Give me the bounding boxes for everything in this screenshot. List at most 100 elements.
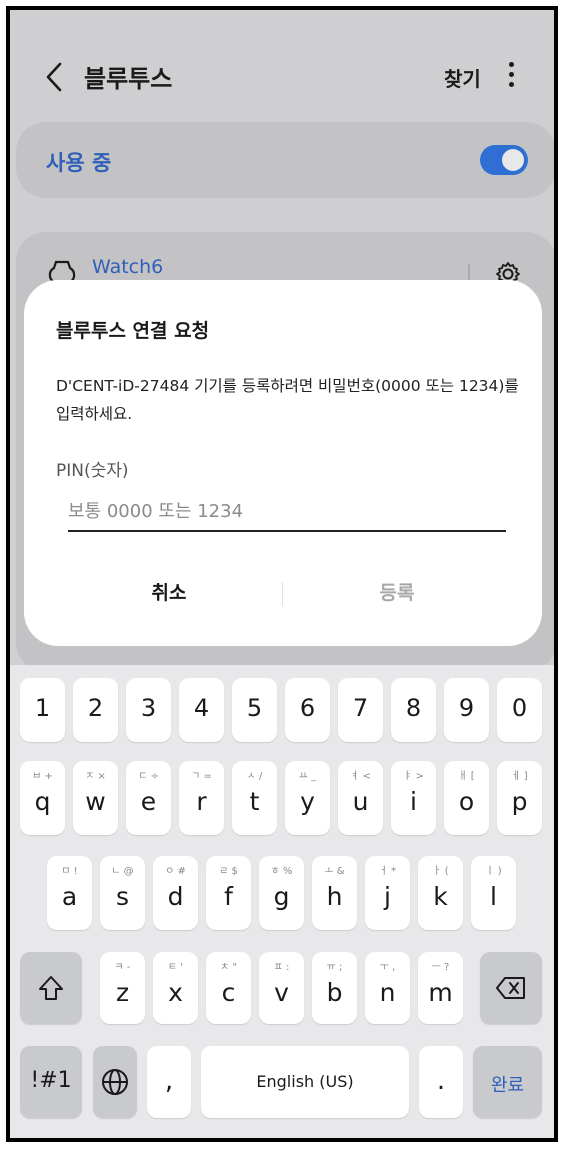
letter-key-h[interactable]: ㅗ & h [312,856,357,930]
key-label: b [326,978,343,1007]
number-key-8[interactable]: 8 [391,678,436,742]
dialog-message: D'CENT-iD-27484 기기를 등록하려면 비밀번호(0000 또는 1… [56,377,519,423]
letter-key-t[interactable]: ㅅ / t [232,761,277,835]
letter-key-u[interactable]: ㅕ < u [338,761,383,835]
period-key[interactable]: . [419,1046,463,1118]
number-key-7[interactable]: 7 [338,678,383,742]
key-secondary-label: ㅕ < [350,771,371,782]
letter-key-n[interactable]: ㅜ , n [365,952,410,1024]
key-label: r [196,787,207,816]
key-label: p [511,787,528,816]
comma-key[interactable]: , [147,1046,191,1118]
key-secondary-label: ㅁ ! [61,866,78,877]
letter-key-m[interactable]: ㅡ ? m [418,952,463,1024]
letter-key-j[interactable]: ㅓ * j [365,856,410,930]
bluetooth-master-switch-row[interactable]: 사용 중 [16,122,554,198]
letter-key-p[interactable]: ㅔ ] p [497,761,542,835]
letter-key-l[interactable]: ㅣ ) l [471,856,516,930]
key-secondary-label: ㅇ # [165,866,186,877]
key-label: w [85,787,106,816]
done-key[interactable]: 완료 [473,1046,542,1118]
key-label: 4 [193,694,210,722]
backspace-key[interactable] [480,952,542,1024]
key-secondary-label: ㅑ > [403,771,424,782]
key-label: 6 [299,694,316,722]
key-label: m [428,978,453,1007]
key-label: 1 [34,694,51,722]
number-key-3[interactable]: 3 [126,678,171,742]
number-key-0[interactable]: 0 [497,678,542,742]
paired-device-name[interactable]: Watch6 [92,256,163,278]
number-key-2[interactable]: 2 [73,678,118,742]
key-label: 7 [352,694,369,722]
letter-key-f[interactable]: ㄹ $ f [206,856,251,930]
space-key[interactable]: English (US) [201,1046,409,1118]
number-key-1[interactable]: 1 [20,678,65,742]
key-label: t [249,787,260,816]
key-label: 5 [246,694,263,722]
key-secondary-label: ㅅ / [246,771,263,782]
letter-key-r[interactable]: ㄱ = r [179,761,224,835]
key-secondary-label: ㅎ % [270,866,293,877]
letter-key-i[interactable]: ㅑ > i [391,761,436,835]
key-secondary-label: ㅣ ) [485,866,502,877]
key-label: n [379,978,396,1007]
number-key-5[interactable]: 5 [232,678,277,742]
key-secondary-label: ㄷ ÷ [138,771,159,782]
key-label: f [224,882,233,911]
comma-key-label: , [164,1066,174,1096]
pin-input[interactable] [68,492,506,532]
symbols-key[interactable]: !#1 [20,1046,82,1118]
language-key[interactable] [93,1046,137,1118]
letter-key-g[interactable]: ㅎ % g [259,856,304,930]
key-secondary-label: ㅌ ' [167,962,184,973]
key-secondary-label: ㅜ , [379,962,396,973]
period-key-label: . [436,1066,446,1096]
letter-key-k[interactable]: ㅏ (k [418,856,463,930]
register-button[interactable]: 등록 [284,570,510,616]
key-secondary-label: ㄱ = [191,771,212,782]
key-secondary-label: ㅔ ] [511,771,528,782]
phone-screen: 블루투스 찾기 사용 중 Watch6 블루투스 연결 요청 D'CENT-iD… [6,6,558,1142]
letter-key-b[interactable]: ㅠ ; b [312,952,357,1024]
find-button[interactable]: 찾기 [444,63,481,92]
key-label: v [274,978,289,1007]
letter-key-z[interactable]: ㅋ - z [100,952,145,1024]
number-key-4[interactable]: 4 [179,678,224,742]
letter-key-s[interactable]: ㄴ @ s [100,856,145,930]
letter-key-q[interactable]: ㅂ + q [20,761,65,835]
letter-key-o[interactable]: ㅐ [o [444,761,489,835]
letter-key-c[interactable]: ㅊ " c [206,952,251,1024]
number-key-9[interactable]: 9 [444,678,489,742]
letter-key-d[interactable]: ㅇ # d [153,856,198,930]
key-secondary-label: ㅓ * [378,866,397,877]
key-secondary-label: ㅂ + [32,771,53,782]
number-key-6[interactable]: 6 [285,678,330,742]
back-arrow-icon[interactable] [40,60,70,94]
pairing-request-dialog: 블루투스 연결 요청 D'CENT-iD-27484 기기를 등록하려면 비밀번… [24,280,542,646]
key-secondary-label: ㅐ [ [458,771,475,782]
backspace-icon [480,952,542,1024]
shift-key[interactable] [20,952,82,1024]
key-secondary-label: ㅡ ? [431,962,450,973]
key-label: d [167,882,184,911]
letter-key-a[interactable]: ㅁ ! a [47,856,92,930]
key-secondary-label: ㅗ & [324,866,345,877]
key-label: c [221,978,236,1007]
key-label: 2 [87,694,104,722]
button-divider [282,582,283,606]
cancel-button[interactable]: 취소 [56,570,282,616]
space-key-label: English (US) [256,1072,354,1091]
key-secondary-label: ㅍ : [273,962,290,973]
letter-key-w[interactable]: ㅈ × w [73,761,118,835]
key-secondary-label: ㅊ " [220,962,237,973]
app-bar: 블루투스 찾기 [10,10,554,140]
letter-key-x[interactable]: ㅌ ' x [153,952,198,1024]
letter-key-v[interactable]: ㅍ : v [259,952,304,1024]
key-secondary-label: ㅋ - [114,962,131,973]
key-label: a [61,882,78,911]
more-options-icon[interactable] [506,62,516,92]
letter-key-y[interactable]: ㅛ _ y [285,761,330,835]
bluetooth-toggle[interactable] [480,145,528,175]
letter-key-e[interactable]: ㄷ ÷ e [126,761,171,835]
